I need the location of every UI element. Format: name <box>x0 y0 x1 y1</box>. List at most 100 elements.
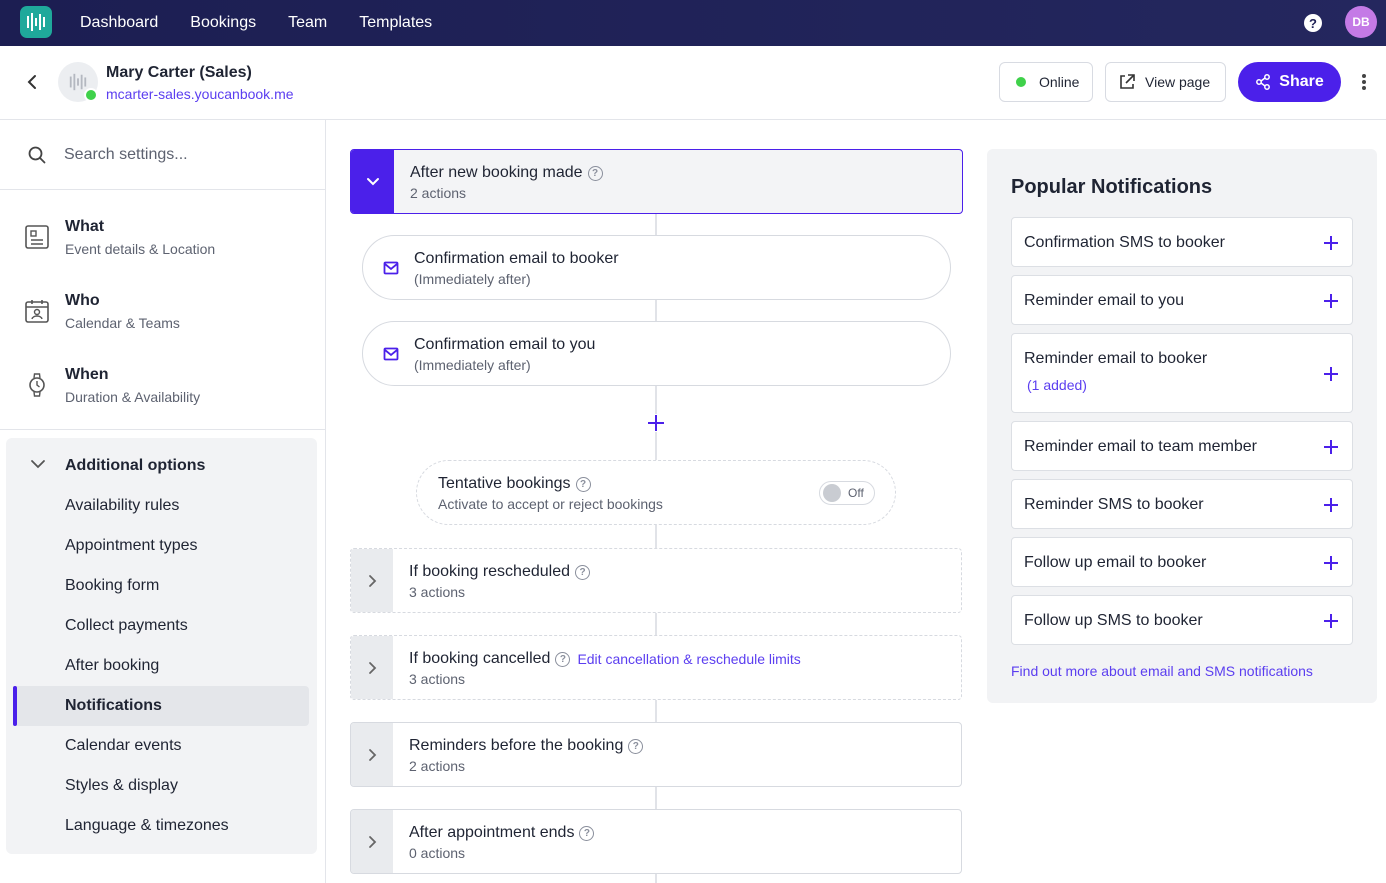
trigger-title-text: Reminders before the booking <box>409 737 624 754</box>
external-link-icon <box>1120 74 1135 89</box>
popular-notifications-panel: Popular Notifications Confirmation SMS t… <box>987 149 1377 703</box>
online-status-button[interactable]: Online <box>999 62 1093 102</box>
add-plus-icon[interactable] <box>1322 496 1340 514</box>
trigger-booking-rescheduled[interactable]: If booking rescheduled ? 3 actions <box>350 548 962 613</box>
chevron-right-icon[interactable] <box>351 723 393 786</box>
tentative-bookings-card: Tentative bookings ? Activate to accept … <box>416 460 896 525</box>
sidebar-item-booking-form[interactable]: Booking form <box>65 577 159 595</box>
question-icon[interactable]: ? <box>1304 14 1322 32</box>
watch-icon <box>29 373 45 397</box>
trigger-reminders-before[interactable]: Reminders before the booking ? 2 actions <box>350 722 962 787</box>
trigger-action-count: 3 actions <box>409 671 466 687</box>
sidebar-section-what[interactable]: What Event details & Location <box>0 210 325 270</box>
popular-item[interactable]: Confirmation SMS to booker <box>1011 217 1353 267</box>
tentative-toggle[interactable]: Off <box>819 481 875 505</box>
action-confirmation-email-booker[interactable]: Confirmation email to booker (Immediatel… <box>362 235 951 300</box>
more-options-icon[interactable] <box>1355 72 1373 92</box>
popular-item-label: Follow up SMS to booker <box>1024 612 1203 629</box>
chevron-right-icon[interactable] <box>351 549 393 612</box>
trigger-title: After appointment ends ? <box>409 824 595 842</box>
document-icon <box>25 225 49 249</box>
trigger-title-text: After new booking made <box>410 164 583 181</box>
app-logo-icon[interactable] <box>20 6 52 38</box>
search-input[interactable] <box>64 142 304 168</box>
online-indicator-icon <box>1016 77 1026 87</box>
trigger-title-text: If booking cancelled <box>409 650 551 667</box>
trigger-title: After new booking made ? <box>410 164 603 182</box>
section-subtitle: Duration & Availability <box>65 389 201 405</box>
popular-item[interactable]: Follow up email to booker <box>1011 537 1353 587</box>
sidebar-item-language-timezones[interactable]: Language & timezones <box>65 817 229 835</box>
nav-dashboard[interactable]: Dashboard <box>80 14 158 32</box>
nav-bookings[interactable]: Bookings <box>190 14 256 32</box>
trigger-action-count: 2 actions <box>409 758 466 774</box>
trigger-action-count: 2 actions <box>410 185 467 201</box>
nav-templates[interactable]: Templates <box>359 14 432 32</box>
sidebar-item-styles-display[interactable]: Styles & display <box>65 777 178 795</box>
help-question-icon[interactable]: ? <box>575 476 591 492</box>
nav-team[interactable]: Team <box>288 14 327 32</box>
chevron-right-icon[interactable] <box>351 636 393 699</box>
action-title: Confirmation email to booker <box>414 250 619 267</box>
view-page-button[interactable]: View page <box>1105 62 1226 102</box>
sidebar-section-who[interactable]: Who Calendar & Teams <box>0 284 325 344</box>
sidebar-item-after-booking[interactable]: After booking <box>65 657 159 675</box>
section-title: When <box>65 366 109 383</box>
popular-item[interactable]: Follow up SMS to booker <box>1011 595 1353 645</box>
popular-item-label: Reminder SMS to booker <box>1024 496 1204 513</box>
calendar-person-icon <box>25 300 49 323</box>
added-count-link[interactable]: (1 added) <box>1027 377 1087 393</box>
trigger-action-count: 0 actions <box>409 845 466 861</box>
sidebar-section-when[interactable]: When Duration & Availability <box>0 358 325 418</box>
help-question-icon[interactable]: ? <box>628 738 644 754</box>
notifications-flow: After new booking made ? 2 actions Confi… <box>326 120 986 883</box>
add-plus-icon[interactable] <box>1322 554 1340 572</box>
sidebar-item-collect-payments[interactable]: Collect payments <box>65 617 188 635</box>
add-plus-icon[interactable] <box>1322 234 1340 252</box>
popular-item-label: Reminder email to team member <box>1024 438 1257 455</box>
share-button[interactable]: Share <box>1238 62 1341 102</box>
popular-item[interactable]: Reminder email to you <box>1011 275 1353 325</box>
edit-cancellation-limits-link[interactable]: Edit cancellation & reschedule limits <box>577 651 800 667</box>
popular-item[interactable]: Reminder SMS to booker <box>1011 479 1353 529</box>
action-confirmation-email-you[interactable]: Confirmation email to you (Immediately a… <box>362 321 951 386</box>
popular-item[interactable]: Reminder email to team member <box>1011 421 1353 471</box>
add-plus-icon[interactable] <box>1322 365 1340 383</box>
help-question-icon[interactable]: ? <box>579 825 595 841</box>
user-avatar[interactable]: DB <box>1345 6 1377 38</box>
popular-item[interactable]: Reminder email to booker (1 added) <box>1011 333 1353 413</box>
add-plus-icon[interactable] <box>1322 612 1340 630</box>
additional-options-title[interactable]: Additional options <box>65 457 205 475</box>
learn-more-notifications-link[interactable]: Find out more about email and SMS notifi… <box>1011 663 1313 679</box>
view-page-label: View page <box>1145 74 1211 90</box>
search-icon <box>28 146 46 164</box>
page-url-link[interactable]: mcarter-sales.youcanbook.me <box>106 86 294 102</box>
toggle-label: Off <box>848 486 864 500</box>
sidebar-item-calendar-events[interactable]: Calendar events <box>65 737 182 755</box>
trigger-after-new-booking[interactable]: After new booking made ? 2 actions <box>350 149 963 214</box>
action-timing: (Immediately after) <box>414 271 531 287</box>
active-item-indicator <box>13 686 17 726</box>
popular-item-label: Confirmation SMS to booker <box>1024 234 1225 251</box>
help-question-icon[interactable]: ? <box>555 651 571 667</box>
sidebar-item-appointment-types[interactable]: Appointment types <box>65 537 198 555</box>
toggle-knob <box>823 484 841 502</box>
add-action-plus-icon[interactable] <box>647 414 665 432</box>
back-arrow-icon[interactable] <box>22 72 42 92</box>
sidebar-item-notifications[interactable]: Notifications <box>65 697 162 715</box>
trigger-booking-cancelled[interactable]: If booking cancelled ? Edit cancellation… <box>350 635 962 700</box>
chevron-right-icon[interactable] <box>351 810 393 873</box>
chevron-down-icon[interactable] <box>351 150 394 213</box>
chevron-down-icon[interactable] <box>30 456 46 472</box>
help-question-icon[interactable]: ? <box>575 564 590 580</box>
trigger-after-appointment-ends[interactable]: After appointment ends ? 0 actions <box>350 809 962 874</box>
sidebar-item-availability-rules[interactable]: Availability rules <box>65 497 179 515</box>
trigger-action-count: 3 actions <box>409 584 466 600</box>
trigger-title-text: If booking rescheduled <box>409 563 570 580</box>
action-title: Confirmation email to you <box>414 336 596 353</box>
add-plus-icon[interactable] <box>1322 292 1340 310</box>
popular-item-label: Reminder email to booker <box>1024 350 1208 367</box>
trigger-title: If booking cancelled ? Edit cancellation… <box>409 650 801 668</box>
add-plus-icon[interactable] <box>1322 438 1340 456</box>
help-question-icon[interactable]: ? <box>587 165 603 181</box>
